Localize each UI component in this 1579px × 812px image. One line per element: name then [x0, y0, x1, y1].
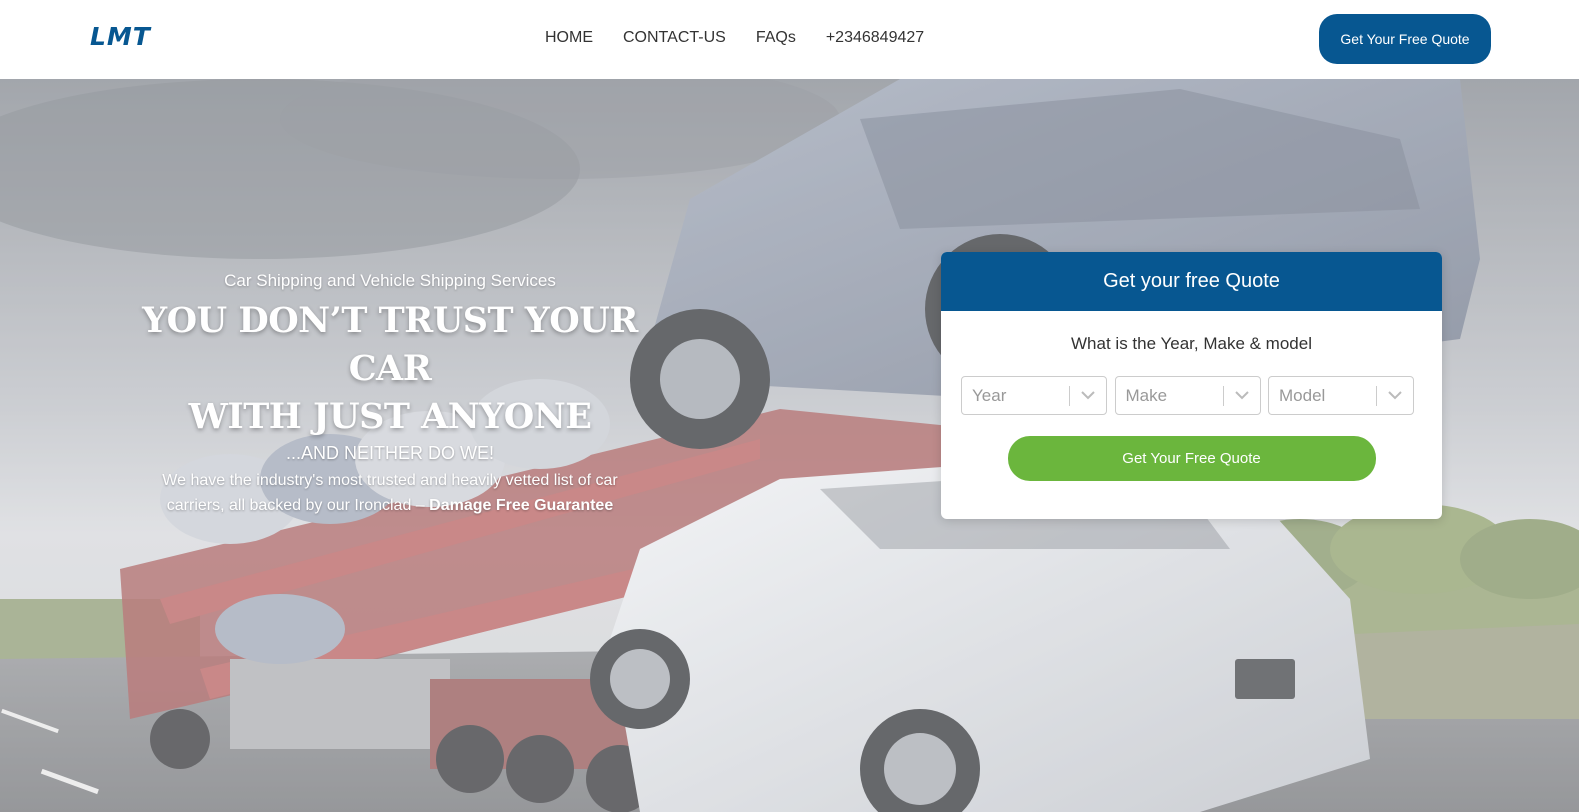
main-nav: HOME CONTACT-US FAQs +2346849427 — [545, 29, 954, 47]
nav-contact-link[interactable]: CONTACT-US — [623, 29, 726, 47]
nav-home-link[interactable]: HOME — [545, 29, 593, 47]
quote-form-title: Get your free Quote — [941, 252, 1442, 311]
quote-form-card: Get your free Quote What is the Year, Ma… — [941, 252, 1442, 519]
make-select-placeholder: Make — [1125, 385, 1168, 405]
hero-description: We have the industry's most trusted and … — [140, 468, 640, 518]
hero-headline: YOU DON’T TRUST YOUR CAR WITH JUST ANYON… — [140, 297, 640, 441]
nav-phone-link[interactable]: +2346849427 — [826, 29, 924, 47]
year-select[interactable]: Year — [961, 376, 1107, 415]
hero-section: Car Shipping and Vehicle Shipping Servic… — [0, 79, 1579, 812]
model-select[interactable]: Model — [1268, 376, 1414, 415]
hero-guarantee-text: Damage Free Guarantee — [429, 497, 614, 514]
hero-subtitle: Car Shipping and Vehicle Shipping Servic… — [224, 271, 556, 290]
model-select-placeholder: Model — [1279, 385, 1326, 405]
year-select-placeholder: Year — [972, 385, 1007, 405]
hero-tagline: ...AND NEITHER DO WE! — [285, 443, 494, 463]
chevron-down-icon[interactable] — [1377, 391, 1413, 400]
make-select[interactable]: Make — [1114, 376, 1261, 415]
navbar: LMT HOME CONTACT-US FAQs +2346849427 Get… — [0, 0, 1579, 79]
nav-free-quote-button[interactable]: Get Your Free Quote — [1319, 14, 1491, 64]
get-free-quote-button[interactable]: Get Your Free Quote — [1007, 436, 1376, 481]
hero-headline-line-1: YOU DON’T TRUST YOUR CAR — [142, 300, 638, 389]
chevron-down-icon[interactable] — [1070, 391, 1106, 400]
hero-text-block: Car Shipping and Vehicle Shipping Servic… — [140, 271, 640, 518]
hero-headline-line-2: WITH JUST ANYONE — [188, 396, 592, 437]
quote-form-question: What is the Year, Make & model — [1071, 334, 1312, 353]
nav-faqs-link[interactable]: FAQs — [756, 29, 796, 47]
vehicle-selects: Year Make Model — [941, 376, 1442, 415]
chevron-down-icon[interactable] — [1224, 391, 1260, 400]
logo[interactable]: LMT — [90, 22, 151, 51]
